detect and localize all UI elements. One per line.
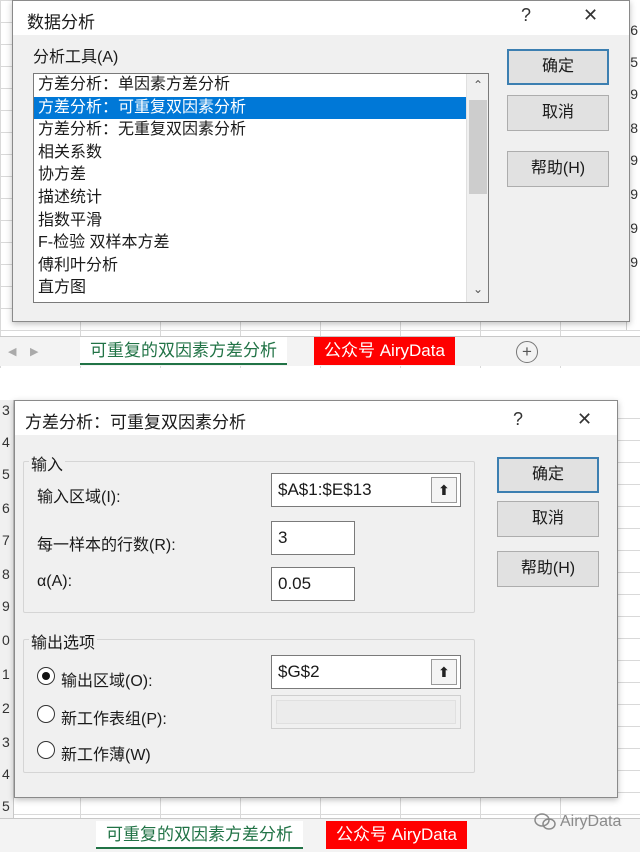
tab-two-factor-anova[interactable]: 可重复的双因素方差分析: [80, 337, 287, 365]
dialog-titlebar: 数据分析 ? ✕: [13, 1, 629, 35]
new-workbook-radio[interactable]: [37, 741, 55, 759]
close-icon[interactable]: ✕: [577, 409, 592, 430]
tab-airydata[interactable]: 公众号 AiryData: [314, 337, 455, 365]
tool-list-item[interactable]: 方差分析：单因素方差分析: [34, 74, 488, 97]
tools-label: 分析工具(A): [33, 49, 119, 66]
row-headers: 3 4 5 6 7 8 9 0 1 2 3 4 5: [0, 400, 14, 822]
rows-per-sample-field[interactable]: 3: [271, 521, 355, 555]
new-worksheet-label: 新工作表组(P):: [61, 711, 167, 728]
wechat-icon: [534, 813, 556, 835]
scroll-down-icon[interactable]: ⌄: [467, 282, 488, 296]
data-analysis-dialog: 数据分析 ? ✕ 分析工具(A) 方差分析：单因素方差分析 方差分析：可重复双因素…: [12, 0, 630, 322]
cancel-button[interactable]: 取消: [497, 501, 599, 537]
alpha-field[interactable]: 0.05: [271, 567, 355, 601]
next-sheet-icon[interactable]: ▶: [30, 345, 38, 358]
new-worksheet-field: [271, 695, 461, 729]
watermark-text: AiryData: [560, 813, 622, 830]
tab-two-factor-anova[interactable]: 可重复的双因素方差分析: [96, 821, 303, 849]
tab-airydata[interactable]: 公众号 AiryData: [326, 821, 467, 849]
list-scrollbar[interactable]: ⌃ ⌄: [466, 74, 488, 302]
tool-list-item[interactable]: 直方图: [34, 277, 488, 300]
input-range-label: 输入区域(I):: [37, 489, 121, 506]
input-group-title: 输入: [29, 451, 66, 475]
prev-sheet-icon[interactable]: ◀: [8, 345, 16, 358]
help-question-icon[interactable]: ?: [521, 5, 531, 26]
close-icon[interactable]: ✕: [583, 5, 598, 26]
tool-list-item[interactable]: 指数平滑: [34, 210, 488, 233]
tool-list-item[interactable]: 方差分析：可重复双因素分析: [34, 96, 488, 120]
panel-separator: [0, 368, 640, 400]
new-worksheet-radio[interactable]: [37, 705, 55, 723]
add-sheet-icon[interactable]: +: [516, 341, 538, 363]
tool-list-item[interactable]: 方差分析：无重复双因素分析: [34, 119, 488, 142]
output-range-radio[interactable]: [37, 667, 55, 685]
alpha-label: α(A):: [37, 573, 73, 590]
input-range-collapse-icon[interactable]: ⬆: [431, 477, 457, 503]
output-group-title: 输出选项: [29, 629, 98, 653]
help-button[interactable]: 帮助(H): [507, 151, 609, 187]
tool-list-item[interactable]: 傅利叶分析: [34, 255, 488, 278]
help-question-icon[interactable]: ?: [513, 409, 523, 430]
rows-per-sample-label: 每一样本的行数(R):: [37, 537, 176, 554]
output-range-collapse-icon[interactable]: ⬆: [431, 659, 457, 685]
tool-list-item[interactable]: 协方差: [34, 164, 488, 187]
new-workbook-label: 新工作薄(W): [61, 747, 151, 764]
ok-button[interactable]: 确定: [497, 457, 599, 493]
tool-list-item[interactable]: 相关系数: [34, 142, 488, 165]
help-button[interactable]: 帮助(H): [497, 551, 599, 587]
dialog-title: 方差分析：可重复双因素分析: [25, 413, 246, 432]
sheet-tab-bar: 可重复的双因素方差分析 公众号 AiryData AiryData: [0, 813, 640, 852]
dialog-titlebar: 方差分析：可重复双因素分析 ? ✕: [15, 401, 617, 435]
output-range-label: 输出区域(O):: [61, 673, 153, 690]
analysis-tools-list[interactable]: 方差分析：单因素方差分析 方差分析：可重复双因素分析 方差分析：无重复双因素分析 相关…: [33, 73, 489, 303]
tool-list-item[interactable]: 描述统计: [34, 187, 488, 210]
cancel-button[interactable]: 取消: [507, 95, 609, 131]
tool-list-item[interactable]: F-检验 双样本方差: [34, 232, 488, 255]
ok-button[interactable]: 确定: [507, 49, 609, 85]
sheet-tab-bar: ◀ ▶ 可重复的双因素方差分析 公众号 AiryData +: [0, 336, 640, 366]
scroll-up-icon[interactable]: ⌃: [467, 78, 488, 92]
dialog-title: 数据分析: [27, 13, 95, 32]
two-factor-anova-dialog: 方差分析：可重复双因素分析 ? ✕ 输入 输入区域(I): $A$1:$E$13…: [14, 400, 618, 798]
scrollbar-thumb[interactable]: [469, 100, 487, 194]
